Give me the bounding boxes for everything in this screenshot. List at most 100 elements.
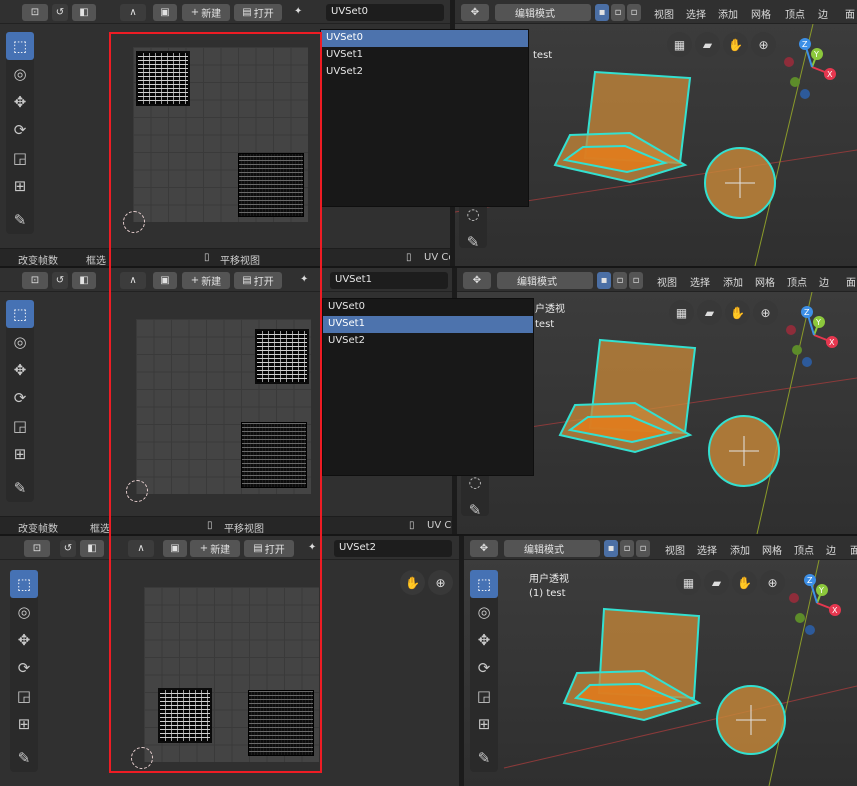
menu-vertex[interactable]: 顶点 <box>785 6 805 21</box>
hand-icon[interactable]: ✋ <box>725 300 750 325</box>
pencil-icon[interactable]: ✎ <box>10 744 38 772</box>
navigation-gizmo[interactable]: X Y Z <box>777 300 852 375</box>
face-select-mode[interactable]: ▫ <box>636 540 650 557</box>
rotate-icon[interactable]: ⟳ <box>6 384 34 412</box>
uv-map-dropdown[interactable]: UVSet0 UVSet1 UVSet2 <box>322 298 534 476</box>
uv-map-option-2[interactable]: UVSet2 <box>323 333 533 350</box>
menu-add[interactable]: 添加 <box>723 274 743 289</box>
grid-icon[interactable]: ▦ <box>667 32 692 57</box>
image-browse-button[interactable]: ▣ <box>153 4 177 21</box>
move-icon[interactable]: ✥ <box>470 626 498 654</box>
transform-icon[interactable]: ⊞ <box>6 440 34 468</box>
move-icon[interactable]: ✥ <box>6 356 34 384</box>
menu-face[interactable]: 面 <box>845 6 855 21</box>
viewport-editor-type[interactable]: ✥ <box>463 272 491 289</box>
rotate-icon[interactable]: ⟳ <box>10 654 38 682</box>
menu-select[interactable]: 选择 <box>697 542 717 557</box>
cursor-icon[interactable]: ◎ <box>6 60 34 88</box>
grid-icon[interactable]: ▦ <box>676 570 701 595</box>
edge-select-mode[interactable]: ▫ <box>611 4 625 21</box>
select-box-icon[interactable]: ⬚ <box>6 32 34 60</box>
sync-selection-button[interactable]: ↺ <box>60 540 76 557</box>
menu-view[interactable]: 视图 <box>657 274 677 289</box>
pencil-icon[interactable]: ✎ <box>6 474 34 502</box>
menu-edge[interactable]: 边 <box>819 274 829 289</box>
camera-icon[interactable]: ▰ <box>704 570 729 595</box>
open-image-button[interactable]: ▤ 打开 <box>234 4 282 21</box>
grid-icon[interactable]: ▦ <box>669 300 694 325</box>
uv-map-field[interactable]: UVSet0 <box>326 4 444 21</box>
uv-map-option-2[interactable]: UVSet2 <box>321 64 528 81</box>
editor-type-button[interactable]: ⊡ <box>22 272 48 289</box>
mode-dropdown[interactable]: 编辑模式 <box>495 4 591 21</box>
editor-type-button[interactable]: ⊡ <box>24 540 50 557</box>
vertex-select-mode[interactable]: ▪ <box>604 540 618 557</box>
vertex-select-mode[interactable]: ▪ <box>595 4 609 21</box>
move-icon[interactable]: ✥ <box>10 626 38 654</box>
uv-map-option-0[interactable]: UVSet0 <box>321 30 528 47</box>
sync-selection-button[interactable]: ↺ <box>52 4 68 21</box>
scale-icon[interactable]: ◲ <box>470 682 498 710</box>
transform-icon[interactable]: ⊞ <box>10 710 38 738</box>
viewport-editor-type[interactable]: ✥ <box>461 4 489 21</box>
uv-map-option-1[interactable]: UVSet1 <box>323 316 533 333</box>
transform-icon[interactable]: ⊞ <box>6 172 34 200</box>
edge-select-mode[interactable]: ▫ <box>613 272 627 289</box>
cursor-icon[interactable]: ◎ <box>470 598 498 626</box>
scale-icon[interactable]: ◲ <box>10 682 38 710</box>
select-mode-button[interactable]: ◧ <box>80 540 104 557</box>
menu-vertex[interactable]: 顶点 <box>794 542 814 557</box>
menu-add[interactable]: 添加 <box>718 6 738 21</box>
select-mode-button[interactable]: ◧ <box>72 4 96 21</box>
pencil-icon[interactable]: ✎ <box>459 228 487 256</box>
rotate-icon[interactable]: ⟳ <box>6 116 34 144</box>
face-select-mode[interactable]: ▫ <box>627 4 641 21</box>
pin-icon[interactable]: ✦ <box>294 6 302 17</box>
vertex-select-mode[interactable]: ▪ <box>597 272 611 289</box>
zoom-icon[interactable]: ⊕ <box>428 570 453 595</box>
uv-map-field[interactable]: UVSet1 <box>330 272 448 289</box>
hand-icon[interactable]: ✋ <box>732 570 757 595</box>
zoom-icon[interactable]: ⊕ <box>753 300 778 325</box>
hand-icon[interactable]: ✋ <box>723 32 748 57</box>
menu-face[interactable]: 面 <box>846 274 856 289</box>
viewport-editor-type[interactable]: ✥ <box>470 540 498 557</box>
new-image-button[interactable]: + 新建 <box>182 4 230 21</box>
move-icon[interactable]: ✥ <box>6 88 34 116</box>
edge-select-mode[interactable]: ▫ <box>620 540 634 557</box>
menu-select[interactable]: 选择 <box>686 6 706 21</box>
proportional-button[interactable]: ∧ <box>120 4 146 21</box>
uv-map-option-0[interactable]: UVSet0 <box>323 299 533 316</box>
uv-map-option-1[interactable]: UVSet1 <box>321 47 528 64</box>
camera-icon[interactable]: ▰ <box>697 300 722 325</box>
menu-edge[interactable]: 边 <box>826 542 836 557</box>
transform-icon[interactable]: ⊞ <box>470 710 498 738</box>
sync-selection-button[interactable]: ↺ <box>52 272 68 289</box>
menu-mesh[interactable]: 网格 <box>755 274 775 289</box>
zoom-icon[interactable]: ⊕ <box>751 32 776 57</box>
pencil-icon[interactable]: ✎ <box>470 744 498 772</box>
menu-select[interactable]: 选择 <box>690 274 710 289</box>
3d-viewport[interactable]: ✥ 编辑模式 ▪ ▫ ▫ 视图 选择 添加 网格 顶点 边 面 ⬚ ◎ ✥ ⟳ … <box>464 536 857 786</box>
menu-mesh[interactable]: 网格 <box>762 542 782 557</box>
menu-edge[interactable]: 边 <box>818 6 828 21</box>
menu-view[interactable]: 视图 <box>654 6 674 21</box>
select-box-icon[interactable]: ⬚ <box>470 570 498 598</box>
navigation-gizmo[interactable]: X Y Z <box>775 32 850 107</box>
cursor-icon[interactable]: ◎ <box>6 328 34 356</box>
menu-mesh[interactable]: 网格 <box>751 6 771 21</box>
scale-icon[interactable]: ◲ <box>6 412 34 440</box>
menu-view[interactable]: 视图 <box>665 542 685 557</box>
scale-icon[interactable]: ◲ <box>6 144 34 172</box>
menu-vertex[interactable]: 顶点 <box>787 274 807 289</box>
uv-map-dropdown[interactable]: UVSet0 UVSet1 UVSet2 <box>320 29 529 207</box>
editor-type-button[interactable]: ⊡ <box>22 4 48 21</box>
menu-add[interactable]: 添加 <box>730 542 750 557</box>
uv-map-field[interactable]: UVSet2 <box>334 540 452 557</box>
select-box-icon[interactable]: ⬚ <box>6 300 34 328</box>
select-box-icon[interactable]: ⬚ <box>10 570 38 598</box>
rotate-icon[interactable]: ⟳ <box>470 654 498 682</box>
pencil-icon[interactable]: ✎ <box>461 496 489 524</box>
mode-dropdown[interactable]: 编辑模式 <box>504 540 600 557</box>
menu-face[interactable]: 面 <box>850 542 857 557</box>
